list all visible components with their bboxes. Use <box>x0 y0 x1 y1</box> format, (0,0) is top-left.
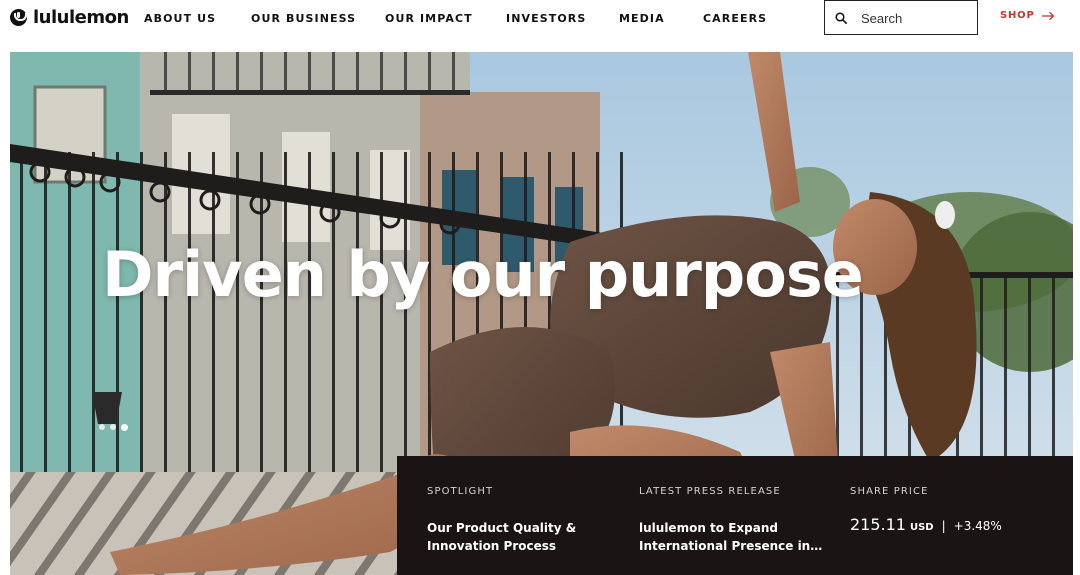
spotlight-line-2: Innovation Process <box>427 539 557 553</box>
nav-item-our-business[interactable]: OUR BUSINESS <box>251 12 356 25</box>
brand-logo[interactable]: lululemon <box>10 6 129 28</box>
shop-link[interactable]: SHOP <box>1000 10 1055 21</box>
share-price-value: 215.11 <box>850 515 906 534</box>
spotlight-section[interactable]: SPOTLIGHT Our Product Quality & Innovati… <box>427 486 576 555</box>
nav-item-media[interactable]: MEDIA <box>619 12 665 25</box>
press-release-line-2: International Presence in… <box>639 539 823 553</box>
carousel-dot[interactable] <box>110 424 116 430</box>
share-price-change: +3.48% <box>953 519 1002 533</box>
spotlight-line-1: Our Product Quality & <box>427 521 577 535</box>
share-price-label: SHARE PRICE <box>850 486 929 497</box>
nav-item-careers[interactable]: CAREERS <box>703 12 767 25</box>
press-release-line-1: lululemon to Expand <box>639 521 778 535</box>
nav-item-about-us[interactable]: ABOUT US <box>144 12 216 25</box>
nav-item-investors[interactable]: INVESTORS <box>506 12 586 25</box>
share-price-currency: USD <box>909 522 934 533</box>
spotlight-link[interactable]: Our Product Quality & Innovation Process <box>427 519 576 555</box>
shop-label: SHOP <box>1000 10 1035 21</box>
nav-item-our-impact[interactable]: OUR IMPACT <box>385 12 473 25</box>
share-price-section[interactable]: SHARE PRICE 215.11 USD | +3.48% <box>850 486 1002 534</box>
press-release-label: LATEST PRESS RELEASE <box>639 486 781 497</box>
arrow-right-icon <box>1041 11 1055 20</box>
lululemon-logo-icon <box>10 8 27 26</box>
share-price-row: 215.11 USD | +3.48% <box>850 515 1002 534</box>
carousel-dot[interactable] <box>99 424 105 430</box>
hero-title: Driven by our purpose <box>102 238 864 311</box>
search-box[interactable] <box>824 0 978 35</box>
spotlight-label: SPOTLIGHT <box>427 486 494 497</box>
press-release-link[interactable]: lululemon to Expand International Presen… <box>639 519 822 555</box>
carousel-dot-active[interactable] <box>121 424 128 431</box>
search-input[interactable] <box>861 8 971 28</box>
brand-name: lululemon <box>33 6 129 28</box>
carousel-dots <box>99 424 128 431</box>
site-header: lululemon ABOUT US OUR BUSINESS OUR IMPA… <box>0 0 1080 52</box>
press-release-section[interactable]: LATEST PRESS RELEASE lululemon to Expand… <box>639 486 822 555</box>
search-icon <box>835 12 847 24</box>
share-price-separator: | <box>941 519 946 533</box>
info-panel: SPOTLIGHT Our Product Quality & Innovati… <box>397 456 1073 575</box>
